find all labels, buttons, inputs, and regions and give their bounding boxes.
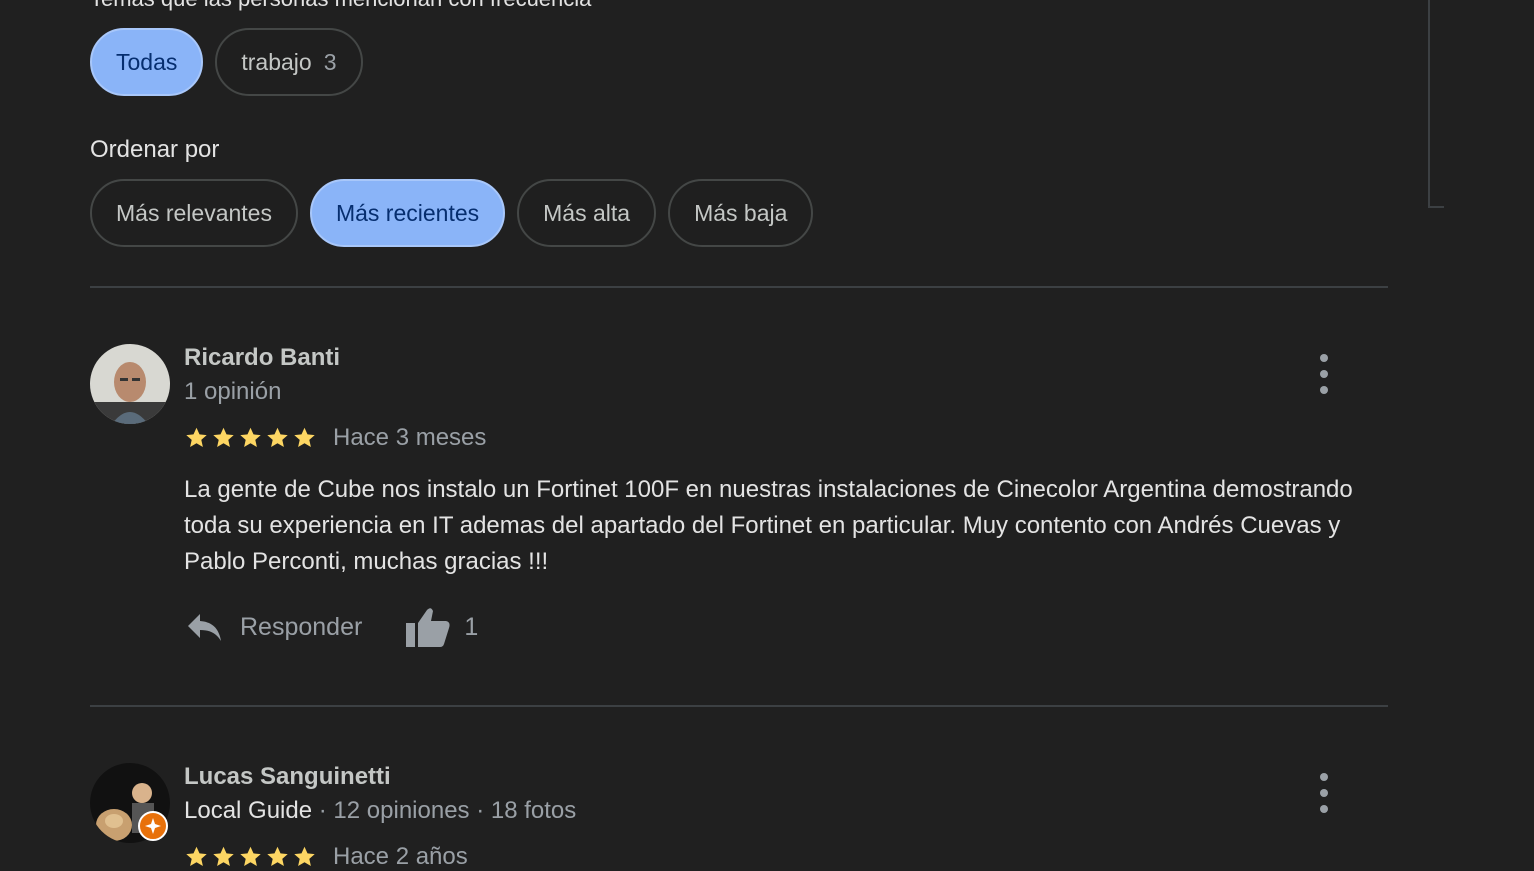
reviewer-meta: Local Guide · 12 opiniones · 18 fotos — [184, 797, 576, 825]
reply-button[interactable]: Responder — [184, 610, 362, 644]
rating-row: Hace 3 meses — [184, 424, 486, 452]
star-icon — [267, 846, 288, 866]
star-icon — [186, 427, 207, 447]
more-dot-icon — [1320, 386, 1328, 394]
star-icon — [294, 846, 315, 866]
avatar-image — [90, 344, 170, 424]
star-rating — [184, 845, 317, 869]
more-options-button[interactable] — [1312, 354, 1336, 394]
sort-chip-alta[interactable]: Más alta — [517, 179, 657, 247]
topic-chips: Todas trabajo 3 — [90, 28, 363, 96]
local-guide-label: Local Guide — [184, 797, 313, 824]
local-guide-badge-icon — [138, 811, 168, 841]
like-count: 1 — [464, 612, 479, 641]
more-dot-icon — [1320, 789, 1328, 797]
sort-chip-recientes[interactable]: Más recientes — [309, 179, 506, 247]
chip-label: Más alta — [543, 199, 631, 226]
reply-label: Responder — [240, 612, 363, 641]
more-dot-icon — [1320, 354, 1328, 362]
chip-label: trabajo — [241, 48, 312, 75]
reviewer-name[interactable]: Ricardo Banti — [184, 344, 340, 372]
sort-chips: Más relevantes Más recientes Más alta Má… — [90, 179, 814, 247]
chip-label: Más baja — [694, 199, 788, 226]
more-dot-icon — [1320, 370, 1328, 378]
sort-label: Ordenar por — [90, 136, 220, 163]
topic-chip-todas[interactable]: Todas — [90, 28, 204, 96]
review-text: La gente de Cube nos instalo un Fortinet… — [184, 476, 1353, 575]
star-rating — [184, 426, 317, 450]
review-date: Hace 2 años — [333, 843, 468, 870]
sort-chip-relevantes[interactable]: Más relevantes — [90, 179, 298, 247]
star-icon — [294, 427, 315, 447]
star-icon — [267, 427, 288, 447]
topics-heading: Temas que las personas mencionan con fre… — [90, 0, 591, 12]
sort-chip-baja[interactable]: Más baja — [668, 179, 814, 247]
reviewer-meta: 1 opinión — [184, 378, 282, 405]
more-dot-icon — [1320, 805, 1328, 813]
reply-icon — [188, 614, 221, 641]
review-date: Hace 3 meses — [333, 424, 487, 451]
rating-row: Hace 2 años — [184, 843, 468, 871]
scrollbar[interactable] — [1428, 0, 1444, 208]
star-icon — [240, 427, 261, 447]
chip-label: Más relevantes — [116, 199, 272, 226]
reviewer-name[interactable]: Lucas Sanguinetti — [184, 763, 391, 791]
chip-label: Más recientes — [335, 199, 480, 226]
review-actions: Responder 1 — [184, 606, 478, 648]
reviewer-stats: · 12 opiniones · 18 fotos — [312, 797, 577, 824]
star-icon — [240, 846, 261, 866]
divider — [90, 705, 1388, 707]
avatar[interactable] — [90, 344, 170, 424]
like-button[interactable]: 1 — [404, 606, 478, 648]
chip-label: Todas — [116, 48, 178, 75]
more-dot-icon — [1320, 773, 1328, 781]
thumbs-up-icon — [406, 608, 450, 647]
star-icon — [213, 846, 234, 866]
topic-chip-trabajo[interactable]: trabajo 3 — [215, 28, 363, 96]
more-options-button[interactable] — [1312, 773, 1336, 813]
divider — [90, 286, 1388, 288]
star-icon — [213, 427, 234, 447]
star-icon — [186, 846, 207, 866]
chip-count: 3 — [323, 48, 337, 75]
